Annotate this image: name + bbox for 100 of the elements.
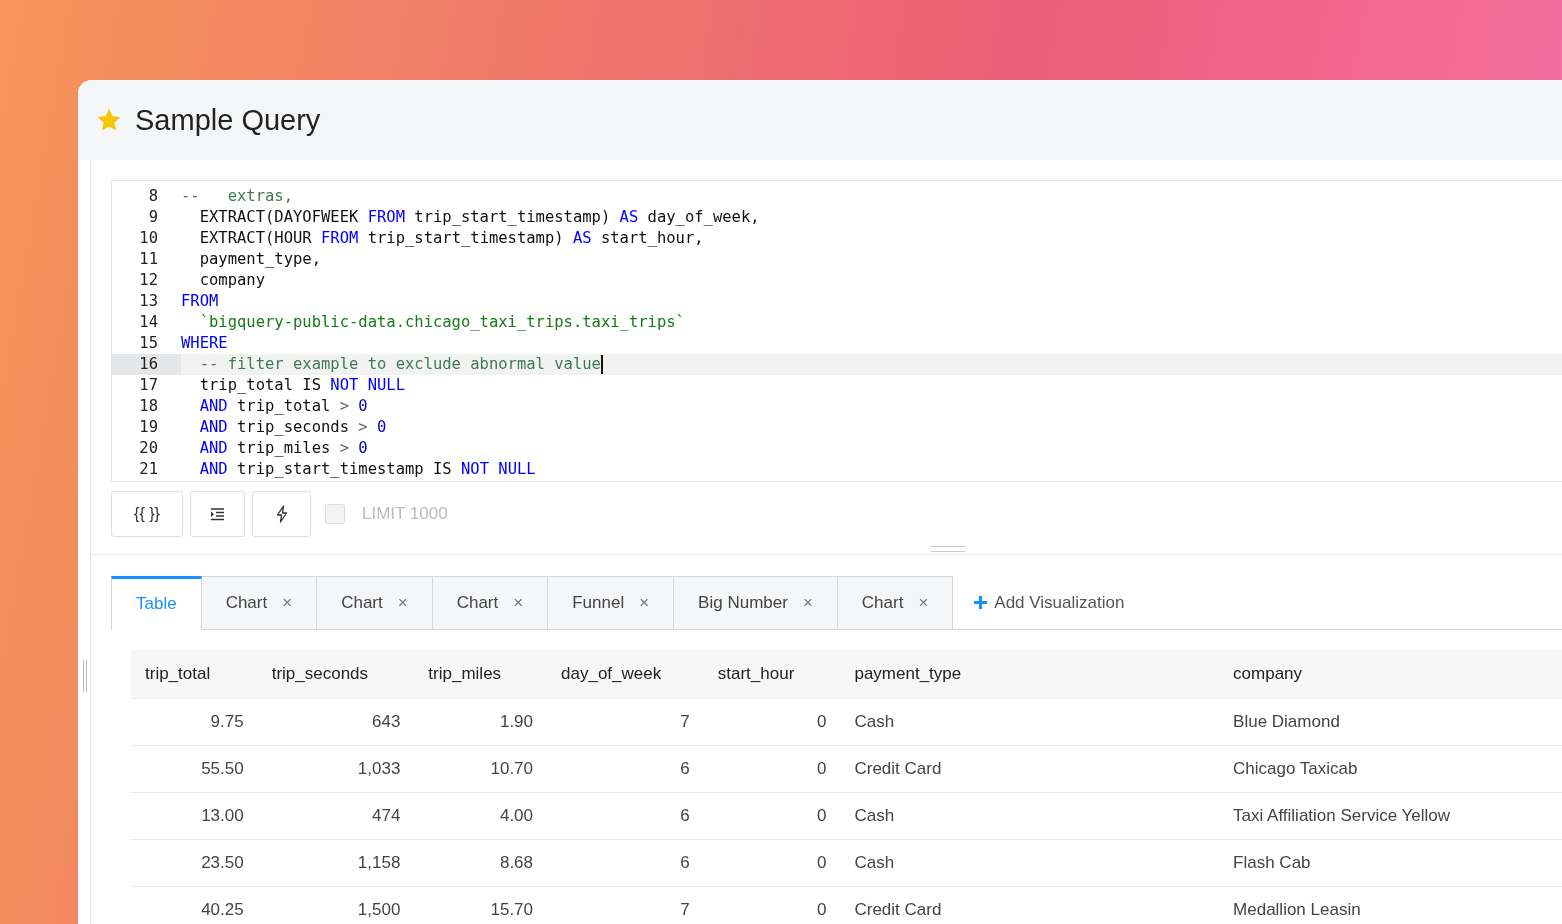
tab-label: Chart: [861, 593, 904, 613]
visualization-tab[interactable]: Chart ×: [317, 576, 433, 630]
run-button[interactable]: [252, 491, 311, 537]
table-cell: Cash: [840, 698, 1220, 746]
table-cell: Cash: [840, 839, 1220, 887]
table-cell: 23.50: [131, 839, 258, 887]
line-number: 21: [138, 459, 159, 480]
close-icon[interactable]: ×: [397, 593, 408, 613]
column-header[interactable]: day_of_week: [547, 650, 704, 699]
tab-label: Table: [136, 594, 177, 614]
column-header[interactable]: trip_seconds: [257, 650, 415, 699]
table-cell: 40.25: [131, 886, 258, 924]
tab-label: Chart: [341, 593, 383, 613]
code-line: 11 payment_type,: [112, 249, 1562, 270]
table-cell: 643: [257, 698, 415, 746]
line-number: 14: [138, 312, 159, 333]
line-number: 17: [138, 375, 159, 396]
split-handle[interactable]: [931, 546, 965, 552]
indent-icon: [210, 507, 225, 521]
table-cell: 7: [547, 886, 704, 924]
star-icon[interactable]: [96, 107, 122, 133]
visualization-tab[interactable]: Big Number ×: [674, 576, 838, 630]
table-cell: 15.70: [414, 886, 548, 924]
text-cursor: [600, 355, 603, 374]
table-cell: Blue Diamond: [1219, 698, 1562, 746]
parameters-button[interactable]: {{ }}: [111, 491, 183, 537]
line-number: 19: [138, 417, 159, 438]
line-number: 8: [147, 186, 159, 207]
tab-label: Funnel: [572, 593, 625, 613]
format-button[interactable]: [190, 491, 245, 537]
table-cell: 0: [703, 839, 841, 887]
table-cell: Cash: [840, 792, 1220, 840]
visualization-tab[interactable]: Chart ×: [201, 576, 318, 630]
table-cell: Chicago Taxicab: [1219, 745, 1562, 793]
code-line: 18 AND trip_total > 0: [112, 396, 1562, 417]
table-cell: 0: [703, 698, 841, 746]
button-label: Add Visualization: [994, 592, 1125, 613]
line-number: 12: [138, 270, 159, 291]
code-line: 10 EXTRACT(HOUR FROM trip_start_timestamp) AS start_hour,: [112, 228, 1562, 249]
table-cell: 55.50: [131, 745, 258, 793]
resize-handle[interactable]: [83, 660, 87, 692]
code-line: 8 -- extras,: [112, 186, 1562, 207]
column-header[interactable]: trip_total: [131, 650, 258, 699]
line-number: 20: [138, 438, 159, 459]
code-line: 12 company: [112, 270, 1562, 291]
code-line: 15 WHERE: [112, 333, 1562, 354]
table-cell: 6: [547, 839, 704, 887]
column-header[interactable]: trip_miles: [414, 650, 548, 699]
line-number: 18: [138, 396, 159, 417]
tab-label: Chart: [456, 593, 499, 613]
visualization-tab[interactable]: Chart ×: [837, 576, 954, 630]
code-line: 17 trip_total IS NOT NULL: [112, 375, 1562, 396]
column-header[interactable]: company: [1219, 650, 1562, 699]
visualization-tab[interactable]: Funnel ×: [548, 576, 675, 630]
lightning-icon: [275, 505, 288, 523]
code-line: 19 AND trip_seconds > 0: [112, 417, 1562, 438]
plus-icon: [973, 595, 989, 610]
table-cell: 0: [703, 886, 841, 924]
close-icon[interactable]: ×: [282, 593, 293, 613]
column-header[interactable]: payment_type: [840, 650, 1220, 699]
close-icon[interactable]: ×: [513, 593, 524, 613]
table-cell: 1,158: [257, 839, 415, 887]
tab-label: Chart: [225, 593, 268, 613]
table-cell: 1.90: [414, 698, 548, 746]
table-cell: 13.00: [131, 792, 258, 840]
table-cell: 8.68: [414, 839, 548, 887]
table-cell: 10.70: [414, 745, 548, 793]
close-icon[interactable]: ×: [918, 593, 929, 613]
table-cell: 1,500: [257, 886, 415, 924]
code-line: 21 AND trip_start_timestamp IS NOT NULL: [112, 459, 1562, 480]
table-cell: 474: [257, 792, 415, 840]
table-cell: 6: [547, 745, 704, 793]
line-number: 9: [147, 207, 159, 228]
line-number: 15: [138, 333, 159, 354]
limit-label: LIMIT 1000: [362, 504, 448, 524]
add-visualization-button[interactable]: Add Visualization: [973, 576, 1125, 629]
code-line: 20 AND trip_miles > 0: [112, 438, 1562, 459]
code-editor[interactable]: [111, 180, 1562, 482]
table-cell: 0: [703, 792, 841, 840]
table-cell: 4.00: [414, 792, 548, 840]
table-cell: Credit Card: [840, 886, 1220, 924]
column-header[interactable]: start_hour: [703, 650, 841, 699]
table-cell: Medallion Leasin: [1219, 886, 1562, 924]
table-cell: Credit Card: [840, 745, 1220, 793]
line-number: 16: [112, 354, 181, 375]
line-number: 11: [138, 249, 159, 270]
code-line: 9 EXTRACT(DAYOFWEEK FROM trip_start_timestamp) AS day_of_week,: [112, 207, 1562, 228]
code-line: 14 `bigquery-public-data.chicago_taxi_trips.taxi_trips`: [112, 312, 1562, 333]
window-title: Sample Query: [135, 103, 321, 137]
table-cell: 0: [703, 745, 841, 793]
code-line: 13 FROM: [112, 291, 1562, 312]
tab-label: Big Number: [698, 593, 788, 613]
close-icon[interactable]: ×: [802, 593, 813, 613]
close-icon[interactable]: ×: [639, 593, 650, 613]
line-number: 10: [138, 228, 159, 249]
visualization-tab[interactable]: Chart ×: [432, 576, 549, 630]
table-cell: 9.75: [131, 698, 258, 746]
table-cell: 6: [547, 792, 704, 840]
table-cell: 1,033: [257, 745, 415, 793]
line-number: 13: [138, 291, 159, 312]
